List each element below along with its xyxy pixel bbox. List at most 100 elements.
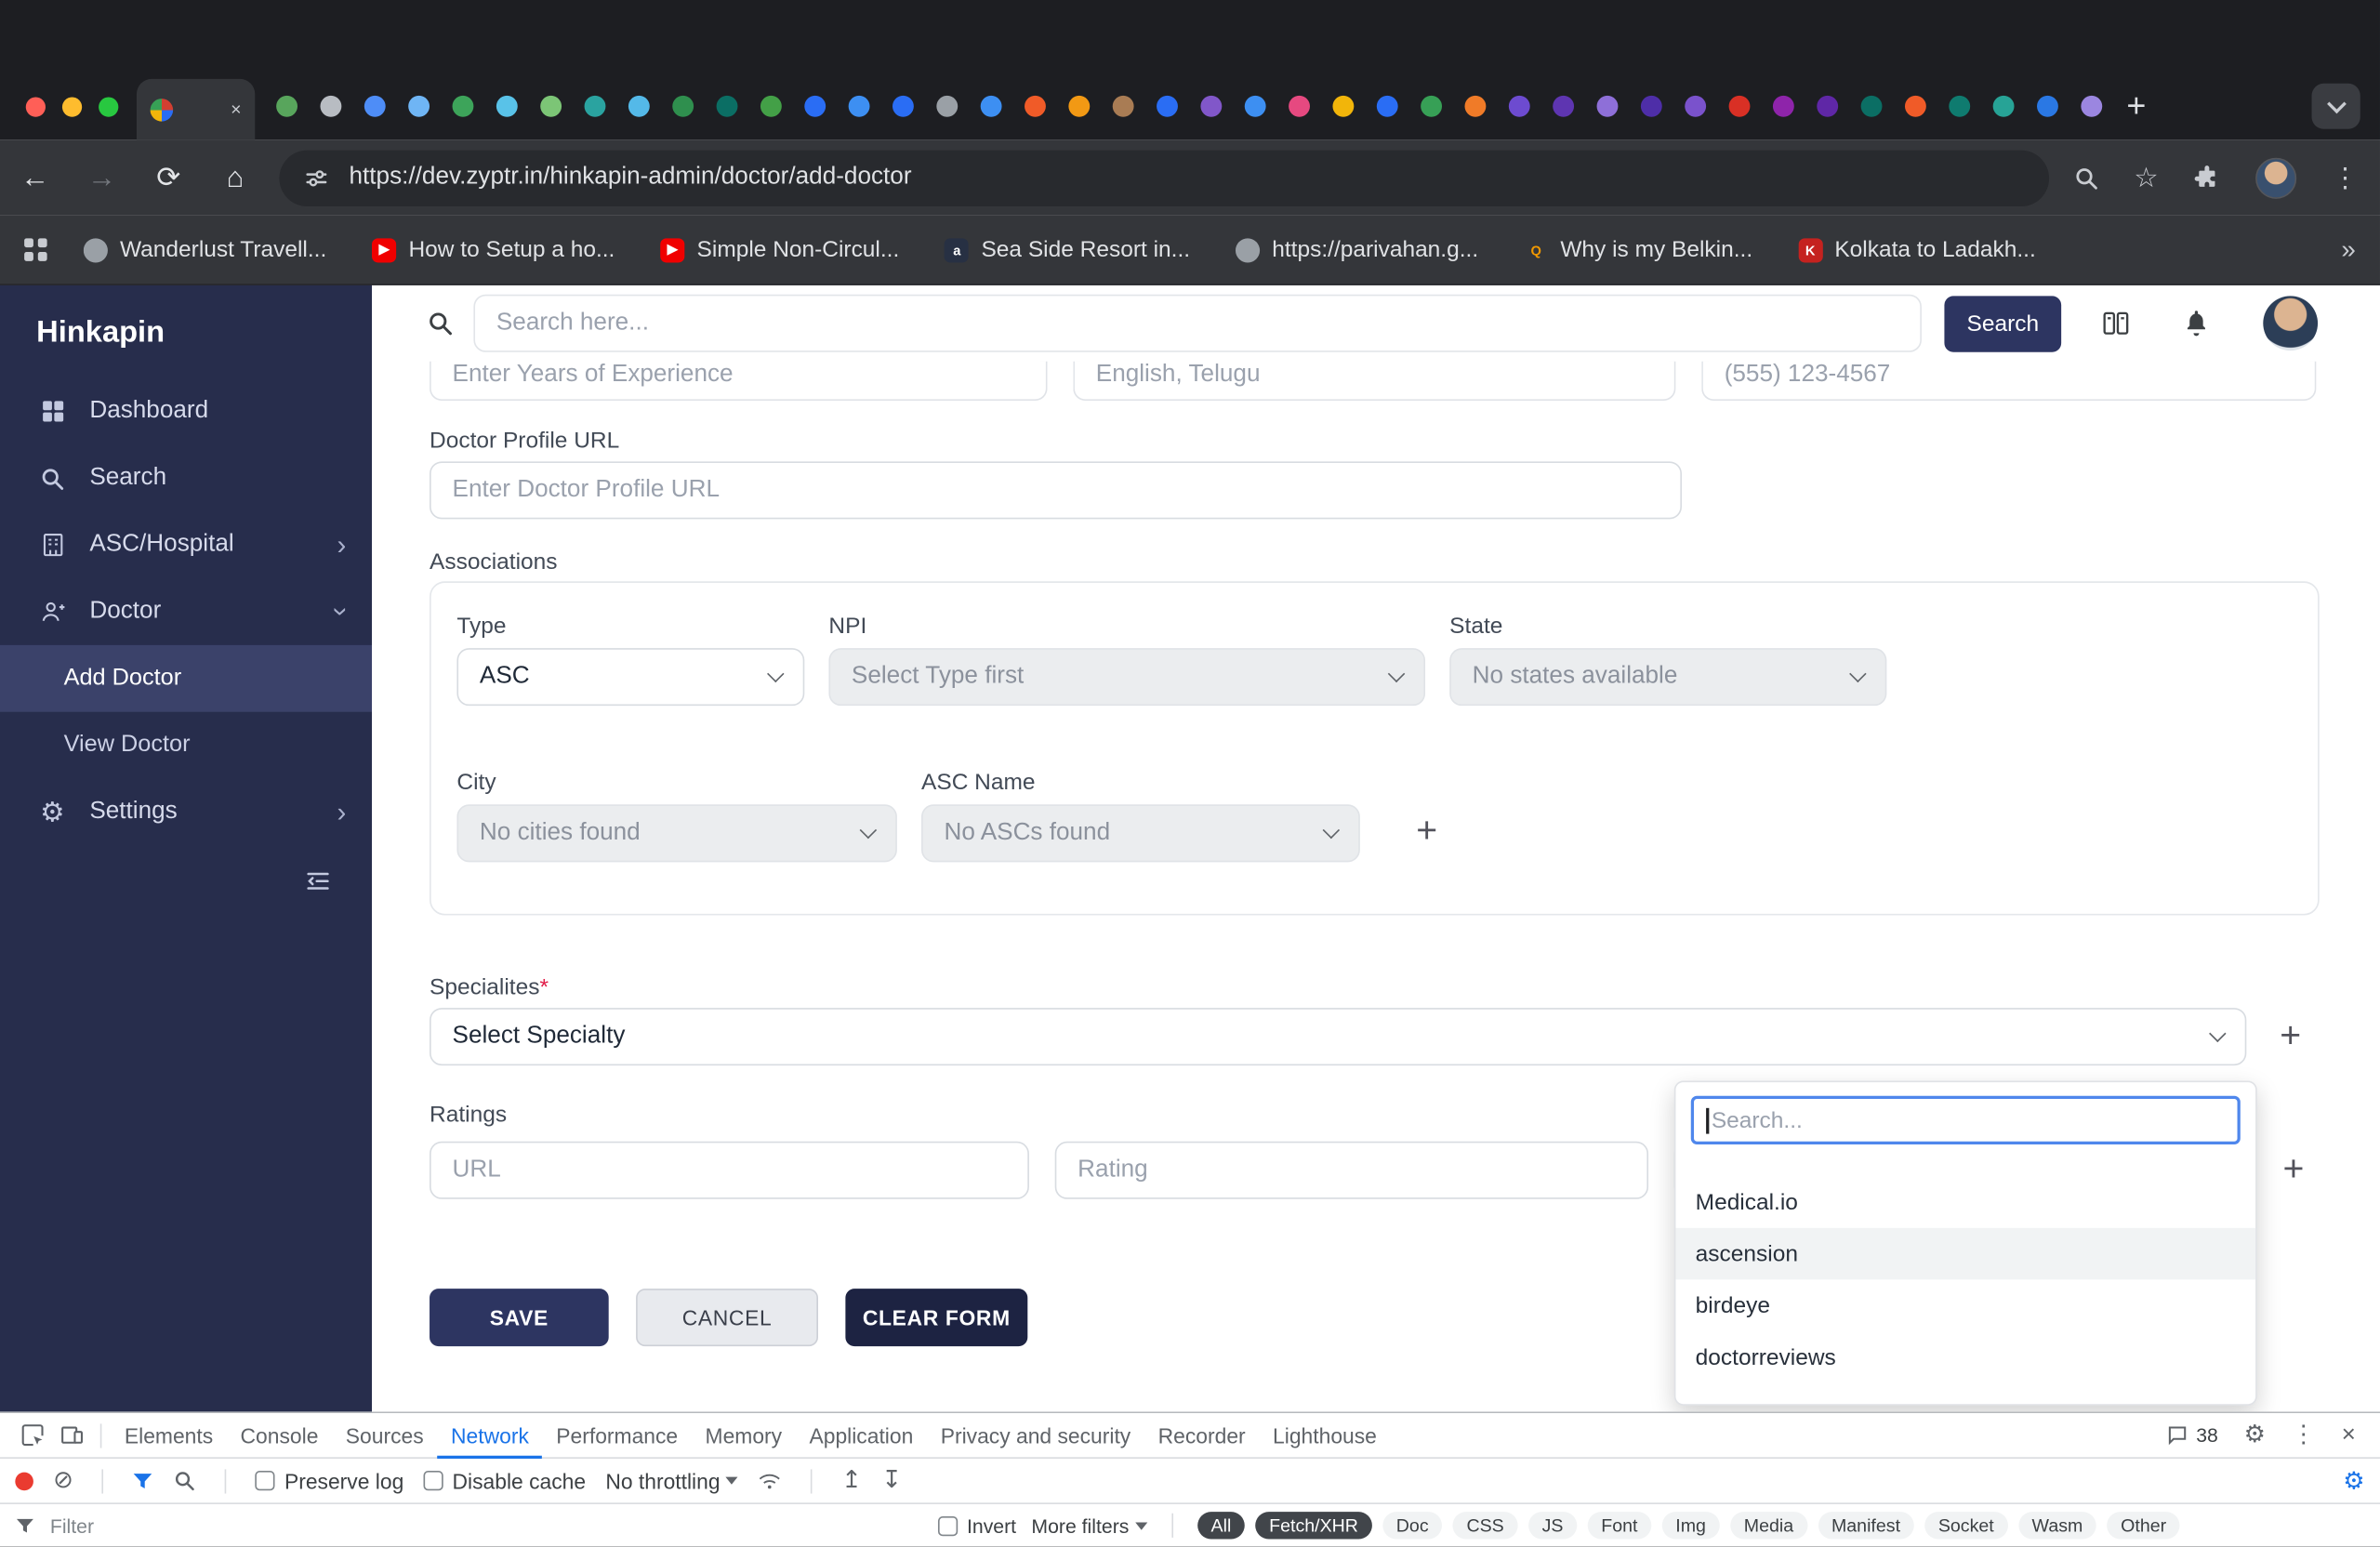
network-search-icon[interactable]: [174, 1469, 196, 1491]
tab-favicon[interactable]: [1640, 95, 1662, 117]
state-select[interactable]: No states available: [1449, 648, 1887, 707]
inspect-element-icon[interactable]: [12, 1422, 51, 1448]
add-rating-button[interactable]: +: [2283, 1151, 2305, 1188]
tab-favicon[interactable]: [1553, 95, 1575, 117]
request-type-chip[interactable]: JS: [1527, 1512, 1578, 1540]
more-filters-button[interactable]: More filters: [1031, 1514, 1147, 1537]
tab-favicon[interactable]: [936, 95, 959, 117]
bookmark-item[interactable]: K Kolkata to Ladakh...: [1798, 237, 2036, 262]
tab-favicon[interactable]: [980, 95, 1002, 117]
dropdown-option[interactable]: Medical.io: [1675, 1176, 2255, 1228]
devtools-menu-icon[interactable]: ⋮: [2292, 1422, 2316, 1448]
tab-favicon[interactable]: [408, 95, 430, 117]
devtools-tab[interactable]: Performance: [543, 1412, 692, 1458]
tab-favicon[interactable]: [1464, 95, 1487, 117]
url-text[interactable]: https://dev.zyptr.in/hinkapin-admin/doct…: [350, 164, 912, 191]
disable-cache-checkbox[interactable]: Disable cache: [423, 1469, 586, 1493]
tab-favicon[interactable]: [1596, 95, 1619, 117]
request-type-chip[interactable]: Wasm: [2017, 1512, 2097, 1540]
tab-favicon[interactable]: [496, 95, 518, 117]
import-har-icon[interactable]: ↥: [841, 1468, 862, 1493]
bookmark-item[interactable]: ▶ How to Setup a ho...: [372, 237, 615, 262]
tab-favicon[interactable]: [804, 95, 826, 117]
tab-favicon[interactable]: [1376, 95, 1398, 117]
panel-switch-icon[interactable]: [2101, 308, 2132, 338]
bookmark-item[interactable]: https://parivahan.g...: [1236, 237, 1478, 262]
devtools-close-icon[interactable]: ×: [2342, 1422, 2356, 1448]
request-type-chip[interactable]: Font: [1587, 1512, 1652, 1540]
traffic-light[interactable]: [61, 96, 83, 116]
tab-favicon[interactable]: [2037, 95, 2058, 117]
request-type-chip[interactable]: All: [1197, 1512, 1246, 1540]
dropdown-option[interactable]: birdeye: [1675, 1279, 2255, 1331]
city-select[interactable]: No cities found: [456, 804, 897, 863]
search-button[interactable]: Search: [1944, 295, 2062, 351]
tab-favicon[interactable]: [584, 95, 606, 117]
dropdown-option[interactable]: doctorreviews: [1675, 1331, 2255, 1383]
add-specialty-button[interactable]: +: [2280, 1018, 2301, 1055]
search-input[interactable]: [473, 294, 1923, 352]
tab-favicon[interactable]: [364, 95, 386, 117]
dropdown-option[interactable]: ascension: [1675, 1227, 2256, 1280]
profile-avatar[interactable]: [2255, 156, 2297, 199]
checkbox[interactable]: [255, 1471, 276, 1491]
export-har-icon[interactable]: ↧: [881, 1468, 902, 1493]
phone-field[interactable]: (555) 123-4567: [1701, 361, 2317, 402]
tab-favicon[interactable]: [1157, 95, 1178, 117]
tab-favicon[interactable]: [1112, 95, 1134, 117]
tab-favicon[interactable]: [672, 95, 694, 117]
devtools-tab[interactable]: Elements: [111, 1412, 227, 1458]
bookmark-item[interactable]: ▶ Simple Non-Circul...: [660, 237, 899, 262]
type-select[interactable]: ASC: [456, 648, 805, 707]
tab-favicon[interactable]: [452, 95, 474, 117]
preserve-log-checkbox[interactable]: Preserve log: [255, 1469, 403, 1493]
save-button[interactable]: SAVE: [430, 1289, 609, 1347]
traffic-light[interactable]: [99, 96, 119, 116]
extensions-icon[interactable]: [2193, 164, 2220, 191]
tab-search-button[interactable]: [2311, 83, 2360, 129]
console-messages-badge[interactable]: 38: [2166, 1423, 2218, 1447]
sidebar-item-asc-hospital[interactable]: ASC/Hospital ›: [0, 511, 372, 578]
profile-url-input[interactable]: [430, 461, 1682, 520]
sidebar-item-add-doctor[interactable]: Add Doctor: [0, 644, 372, 712]
sidebar-item-search[interactable]: Search: [0, 444, 372, 511]
zoom-icon[interactable]: [2073, 165, 2099, 191]
user-avatar[interactable]: [2263, 296, 2319, 351]
tab-favicon[interactable]: [716, 95, 738, 117]
new-tab-button[interactable]: +: [2126, 89, 2146, 123]
rating-url-input[interactable]: [430, 1141, 1029, 1199]
sidebar-collapse-icon[interactable]: [304, 866, 333, 895]
tab-favicon[interactable]: [1772, 95, 1794, 117]
tab-favicon[interactable]: [320, 95, 342, 117]
apps-grid-icon[interactable]: [24, 238, 47, 261]
bookmark-star-icon[interactable]: ☆: [2134, 164, 2158, 191]
devtools-tab[interactable]: Privacy and security: [927, 1412, 1144, 1458]
sidebar-item-doctor[interactable]: Doctor ›: [0, 578, 372, 645]
forward-button[interactable]: →: [86, 164, 117, 192]
notifications-bell-icon[interactable]: [2181, 308, 2212, 338]
devtools-tab[interactable]: Lighthouse: [1259, 1412, 1390, 1458]
site-settings-icon[interactable]: [304, 165, 330, 191]
bookmark-item[interactable]: a Sea Side Resort in...: [945, 237, 1190, 262]
asc-name-select[interactable]: No ASCs found: [921, 804, 1360, 863]
network-settings-gear-icon[interactable]: ⚙: [2343, 1465, 2364, 1496]
traffic-light[interactable]: [25, 96, 46, 116]
tab-favicon[interactable]: [1685, 95, 1707, 117]
request-type-chip[interactable]: Fetch/XHR: [1255, 1512, 1372, 1540]
tab-favicon[interactable]: [1949, 95, 1971, 117]
tab-favicon[interactable]: [848, 95, 870, 117]
tab-close-icon[interactable]: ×: [231, 100, 241, 119]
sidebar-item-view-doctor[interactable]: View Doctor: [0, 712, 372, 779]
clear-icon[interactable]: ⊘: [53, 1468, 73, 1493]
tab-favicon[interactable]: [1068, 95, 1091, 117]
filter-input[interactable]: [49, 1514, 923, 1538]
bookmarks-overflow-icon[interactable]: »: [2341, 234, 2355, 265]
tab-favicon[interactable]: [276, 95, 298, 117]
tab-favicon[interactable]: [760, 95, 782, 117]
throttling-select[interactable]: No throttling: [605, 1469, 739, 1493]
tab-favicon[interactable]: [1200, 95, 1223, 117]
devtools-tab[interactable]: Network: [437, 1412, 542, 1458]
dropdown-search-input[interactable]: Search...: [1690, 1095, 2241, 1145]
filter-funnel-icon[interactable]: [133, 1472, 154, 1490]
tab-favicon[interactable]: [1332, 95, 1355, 117]
